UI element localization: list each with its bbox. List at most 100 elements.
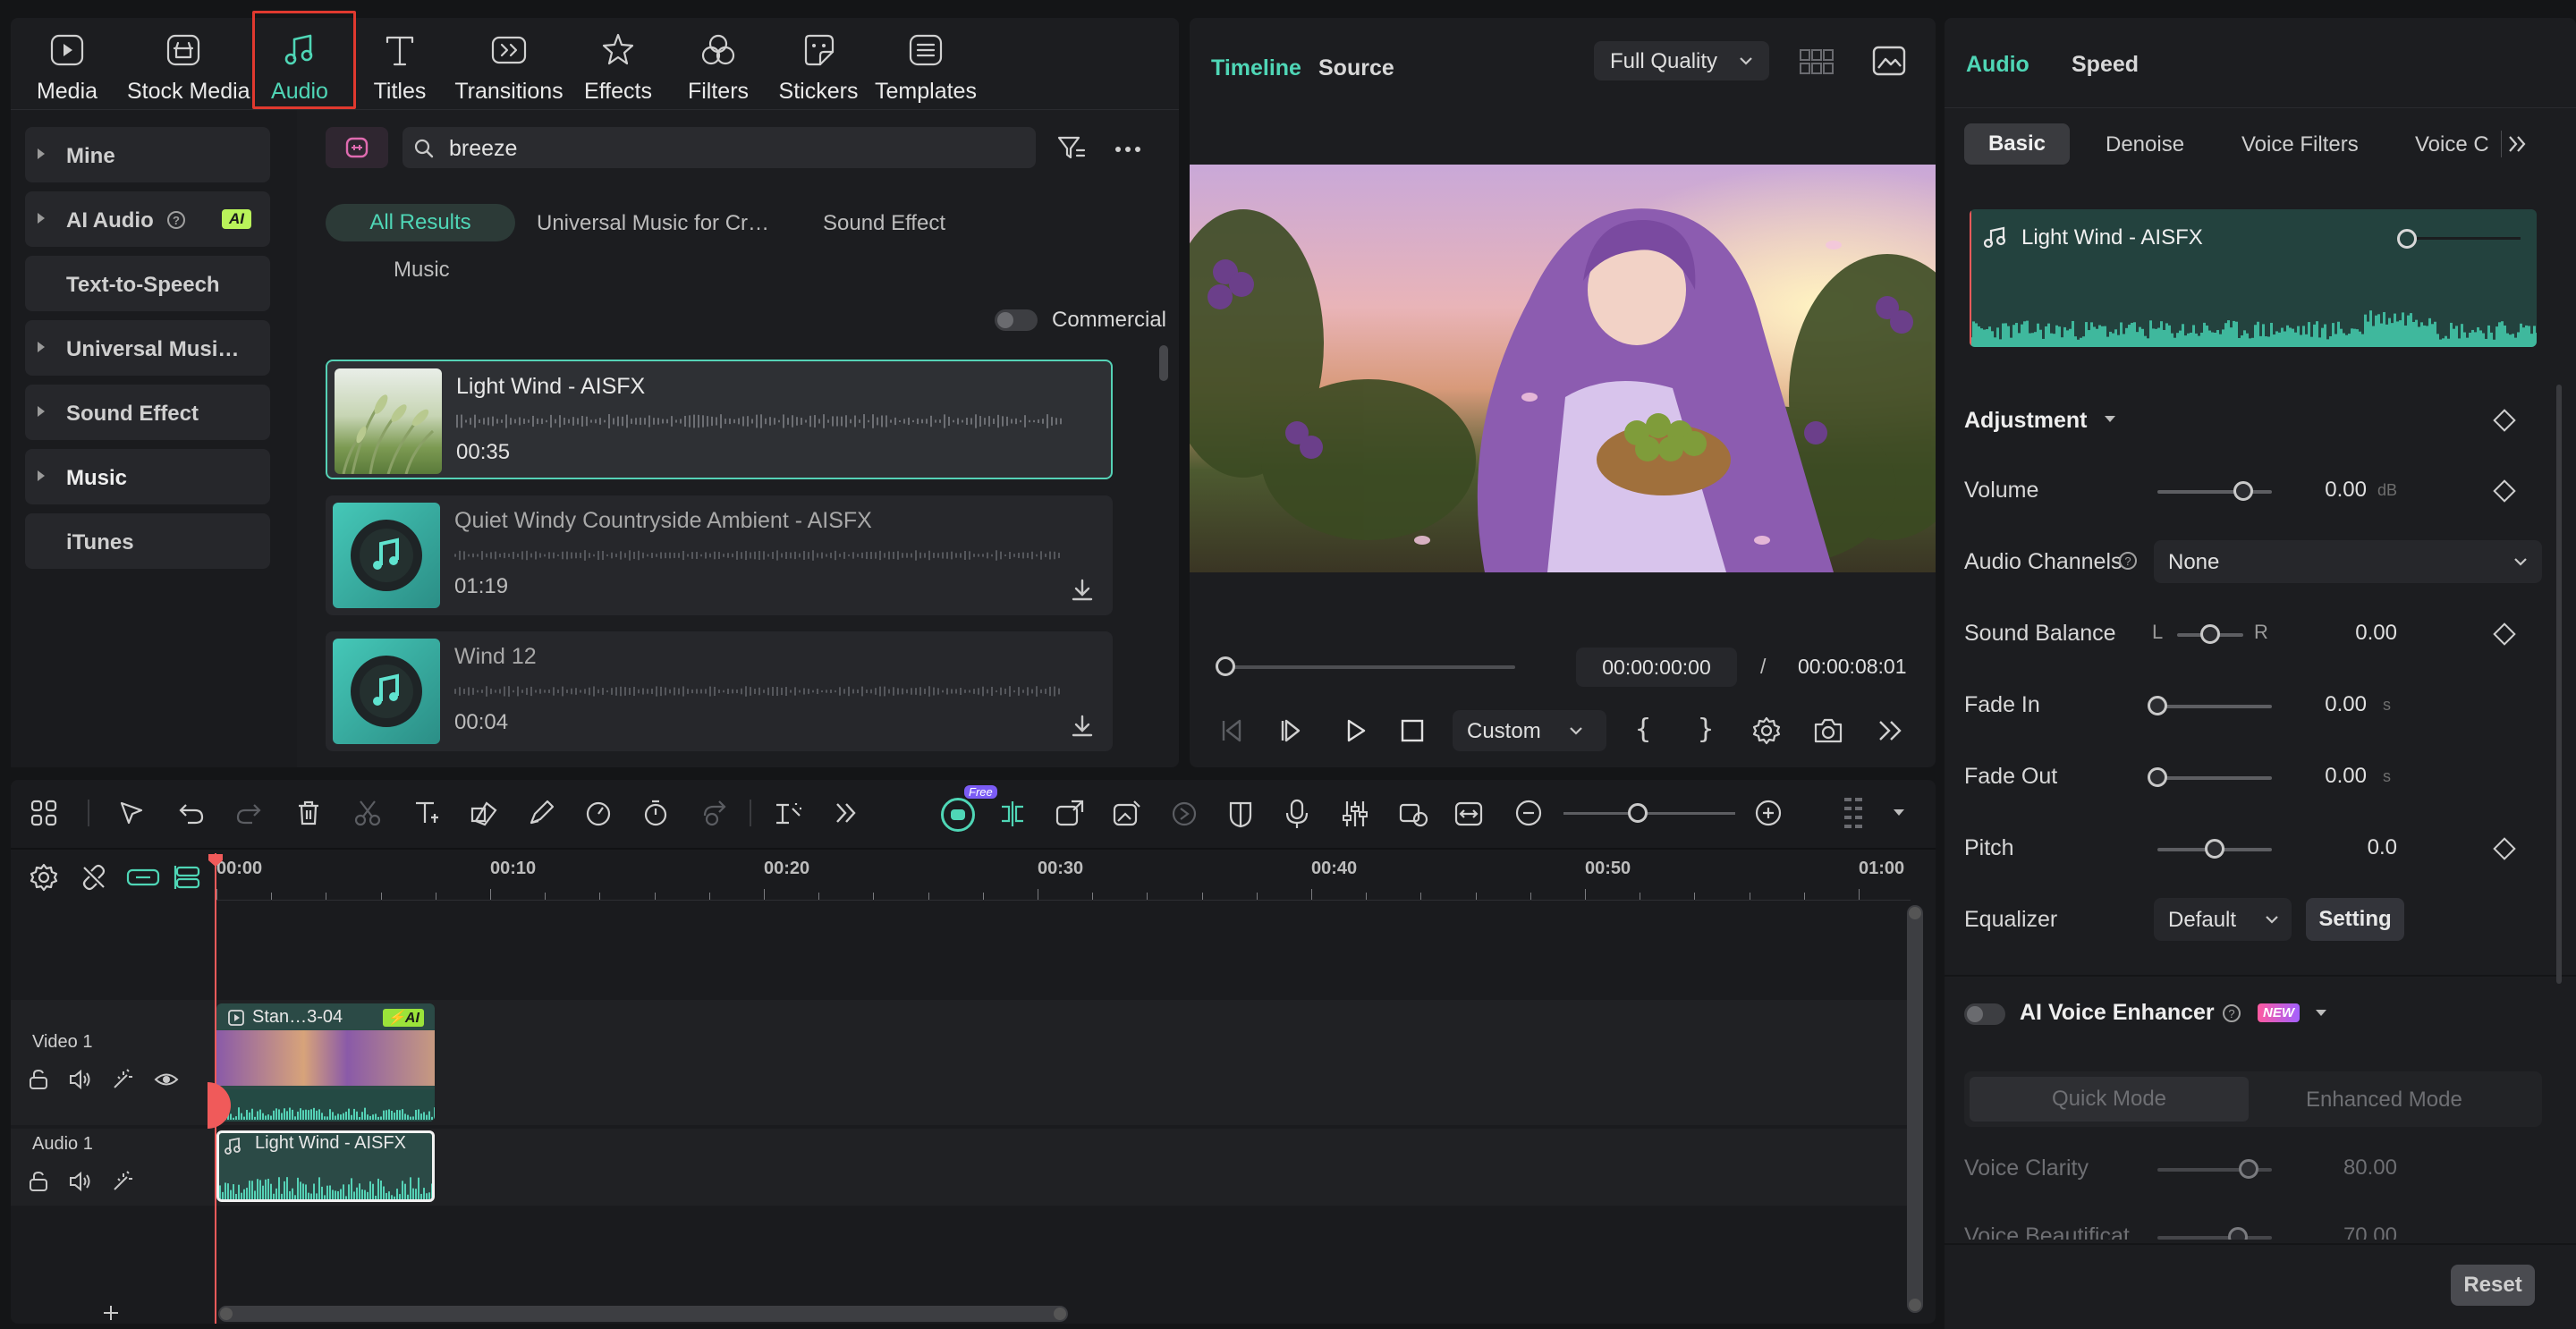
timer-icon[interactable] (640, 798, 671, 828)
image-edit-icon[interactable] (1111, 798, 1143, 830)
sidebar-item-text-to-speech[interactable]: Text-to-Speech (25, 256, 270, 311)
collapse-caret-icon[interactable] (2104, 415, 2116, 424)
enhanced-mode-tab[interactable]: Enhanced Mode (2306, 1088, 2462, 1113)
zoom-out-icon[interactable] (1513, 798, 1544, 828)
zoom-slider-knob[interactable] (1627, 803, 1648, 823)
filter-chip-all-results[interactable]: All Results (326, 204, 515, 241)
link-icon[interactable] (125, 862, 161, 893)
camera-icon[interactable] (1812, 715, 1844, 746)
balance-knob[interactable] (2200, 624, 2220, 644)
tab-effects[interactable]: Effects (562, 20, 674, 104)
balance-value[interactable]: 0.00 (2290, 621, 2397, 646)
sidebar-item-music[interactable]: Music (25, 449, 270, 504)
subtab-denoise[interactable]: Denoise (2106, 132, 2184, 157)
tab-stickers[interactable]: Stickers (762, 20, 875, 104)
help-icon[interactable]: ? (166, 210, 186, 230)
crop-icon[interactable] (469, 798, 499, 828)
fade-out-knob[interactable] (2148, 767, 2167, 787)
ai-copilot-button[interactable] (941, 798, 975, 832)
reset-button[interactable]: Reset (2451, 1265, 2535, 1306)
subtab-voice-filters[interactable]: Voice Filters (2241, 132, 2359, 157)
audio-channels-select[interactable]: None (2154, 540, 2542, 583)
equalizer-select[interactable]: Default (2154, 898, 2292, 941)
add-track-icon[interactable] (100, 1302, 122, 1324)
inspector-tab-audio[interactable]: Audio (1966, 52, 2029, 78)
fade-in-value[interactable]: 0.00 (2259, 692, 2367, 717)
player-tab-source[interactable]: Source (1318, 55, 1394, 81)
text-icon[interactable] (411, 798, 442, 828)
lock-icon[interactable] (27, 1068, 50, 1091)
video-preview[interactable] (1190, 165, 1936, 572)
more-controls-icon[interactable] (1875, 717, 1905, 744)
track-height-icon[interactable] (1841, 794, 1866, 834)
auto-ripple-icon[interactable] (1397, 798, 1429, 830)
speaker-icon[interactable] (68, 1068, 93, 1091)
more-icon[interactable] (1111, 136, 1145, 163)
help-icon[interactable]: ? (2222, 1003, 2241, 1023)
detach-icon[interactable] (1054, 798, 1086, 830)
inspector-tab-speed[interactable]: Speed (2072, 52, 2139, 78)
tab-stock-media[interactable]: Stock Media (127, 20, 250, 104)
help-icon[interactable]: ? (2118, 551, 2138, 571)
audio-clip[interactable]: Light Wind - AISFX (216, 1130, 435, 1202)
fit-icon[interactable] (1453, 798, 1485, 830)
volume-knob[interactable] (2233, 481, 2253, 501)
audio-mixer-icon[interactable] (1340, 798, 1370, 830)
microphone-icon[interactable] (1283, 798, 1311, 830)
download-icon[interactable] (1070, 578, 1095, 603)
zoom-in-icon[interactable] (1753, 798, 1784, 828)
filter-chip-music[interactable]: Music (394, 258, 450, 283)
previous-frame-icon[interactable] (1216, 715, 1247, 746)
player-tab-timeline[interactable]: Timeline (1211, 55, 1301, 81)
more-tabs-icon[interactable] (2506, 132, 2529, 156)
zoom-slider-track[interactable] (1563, 812, 1735, 815)
playhead-handle-icon[interactable] (208, 853, 224, 868)
unlink-icon[interactable] (79, 862, 109, 893)
select-tool-icon[interactable] (116, 798, 147, 828)
clip-volume-knob[interactable] (2397, 229, 2417, 249)
filter-chip-universal-music[interactable]: Universal Music for Cr… (537, 211, 769, 236)
eye-icon[interactable] (154, 1070, 179, 1089)
clip-volume-line[interactable] (2406, 237, 2521, 240)
results-scrollbar[interactable] (1159, 345, 1168, 381)
sidebar-item-sound-effect[interactable]: Sound Effect (25, 385, 270, 440)
tab-filters[interactable]: Filters (662, 20, 775, 104)
search-input[interactable]: breeze (449, 136, 517, 162)
fade-out-slider[interactable] (2157, 776, 2272, 780)
timeline-settings-icon[interactable] (29, 862, 59, 893)
ai-edit-icon[interactable] (773, 798, 805, 828)
play-icon[interactable] (1340, 715, 1370, 746)
redo-icon[interactable] (234, 798, 265, 828)
timeline-h-scrollbar[interactable] (218, 1306, 1068, 1322)
delete-icon[interactable] (293, 798, 324, 828)
grid-view-icon[interactable] (1798, 47, 1835, 77)
sidebar-item-itunes[interactable]: iTunes (25, 513, 270, 569)
equalizer-setting-button[interactable]: Setting (2306, 898, 2404, 941)
list-item[interactable]: Quiet Windy Countryside Ambient - AISFX … (326, 495, 1113, 615)
ai-tool-icon[interactable] (699, 798, 730, 828)
cut-icon[interactable] (352, 798, 383, 828)
fade-in-knob[interactable] (2148, 696, 2167, 715)
ai-search-toggle[interactable] (326, 127, 388, 168)
speaker-icon[interactable] (68, 1170, 93, 1193)
filter-icon[interactable] (1055, 132, 1086, 163)
quick-mode-tab[interactable]: Quick Mode (1970, 1077, 2249, 1122)
render-settings-icon[interactable] (1751, 715, 1782, 746)
caret-down-icon[interactable] (1893, 808, 1905, 817)
snapshot-view-icon[interactable] (1871, 45, 1907, 77)
volume-slider[interactable] (2157, 490, 2272, 494)
list-item[interactable]: Light Wind - AISFX 00:35 (326, 360, 1113, 479)
search-box[interactable]: breeze (402, 127, 1036, 168)
tab-media[interactable]: Media (11, 20, 123, 104)
tab-templates[interactable]: Templates (869, 20, 982, 104)
video-clip[interactable]: Stan…3-04 ⚡AI (216, 1003, 435, 1122)
pen-icon[interactable] (526, 798, 556, 828)
fade-out-value[interactable]: 0.00 (2259, 764, 2367, 789)
mark-out-icon[interactable]: } (1698, 714, 1714, 745)
layout-icon[interactable] (29, 798, 59, 828)
commercial-toggle[interactable] (995, 309, 1038, 331)
timeline-v-scrollbar[interactable] (1907, 905, 1923, 1313)
list-item[interactable]: Wind 12 00:04 (326, 631, 1113, 751)
timeline-ruler[interactable]: 00:00 00:10 00:20 00:30 00:40 00:50 01:00 (216, 850, 1911, 900)
tab-transitions[interactable]: Transitions (453, 20, 565, 104)
